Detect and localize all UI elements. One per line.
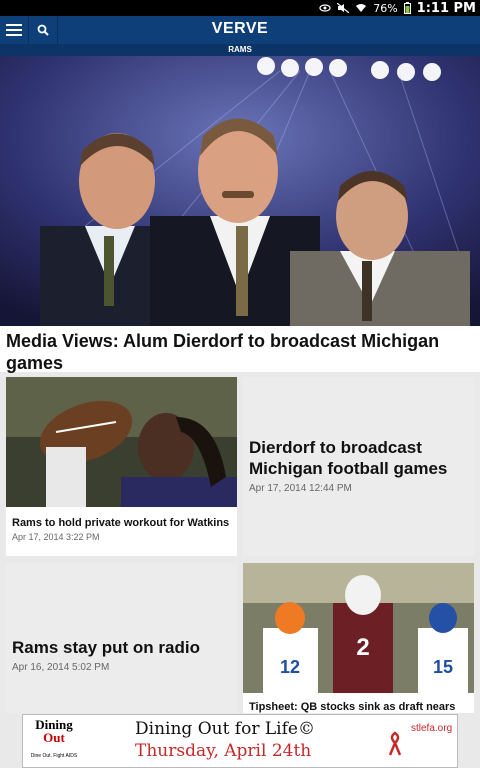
ad-logo: Dining Out Dine Out. Fight AIDS [29,718,79,766]
hero-image[interactable] [0,56,480,326]
app-logo: VERVE [211,20,269,37]
battery-percent: 76% [373,1,398,15]
hero-title[interactable]: Media Views: Alum Dierdorf to broadcast … [6,330,474,374]
svg-text:2: 2 [356,634,369,661]
ad-logo-line2: Out [43,730,65,745]
svg-text:12: 12 [280,657,300,677]
article-title[interactable]: Rams stay put on radio [12,637,231,658]
eye-icon [319,4,331,12]
article-card[interactable]: Rams to hold private workout for Watkins… [6,377,237,556]
hero-caption[interactable]: Media Views: Alum Dierdorf to broadcast … [0,326,480,387]
article-card[interactable]: Dierdorf to broadcast Michigan football … [243,377,474,556]
mute-icon [337,3,350,13]
battery-icon [403,2,411,14]
ad-banner[interactable]: Dining Out Dine Out. Fight AIDS Dining O… [22,714,458,768]
section-label: RAMS [0,44,480,56]
app-bar: VERVE [0,16,480,44]
article-card[interactable]: 2 12 15 Tipsheet: QB stocks sink as draf… [243,563,474,713]
clock: 1:11 PM [416,0,476,16]
status-icons: 76% 1:11 PM [319,0,476,16]
article-date: Apr 17, 2014 3:22 PM [12,532,100,542]
red-ribbon-icon [388,731,402,756]
qb-game-photo: 2 12 15 [243,563,474,693]
article-date: Apr 17, 2014 12:44 PM [249,483,352,494]
ad-headline: Dining Out for Life© [135,719,315,739]
ad-date: Thursday, April 24th [135,741,312,761]
ad-logo-tag: Dine Out. Fight AIDS [30,753,78,759]
status-bar: 76% 1:11 PM [0,0,480,16]
article-title[interactable]: Tipsheet: QB stocks sink as draft nears [249,700,468,713]
broadcasters-photo [0,56,480,326]
svg-text:15: 15 [433,657,453,677]
article-title[interactable]: Dierdorf to broadcast Michigan football … [249,437,468,479]
watkins-photo [6,377,237,507]
article-title[interactable]: Rams to hold private workout for Watkins [12,516,231,530]
article-card[interactable]: Rams stay put on radio Apr 16, 2014 5:02… [6,563,237,713]
wifi-icon [356,4,367,12]
ad-url: stlefa.org [411,723,453,734]
article-date: Apr 16, 2014 5:02 PM [12,662,110,673]
